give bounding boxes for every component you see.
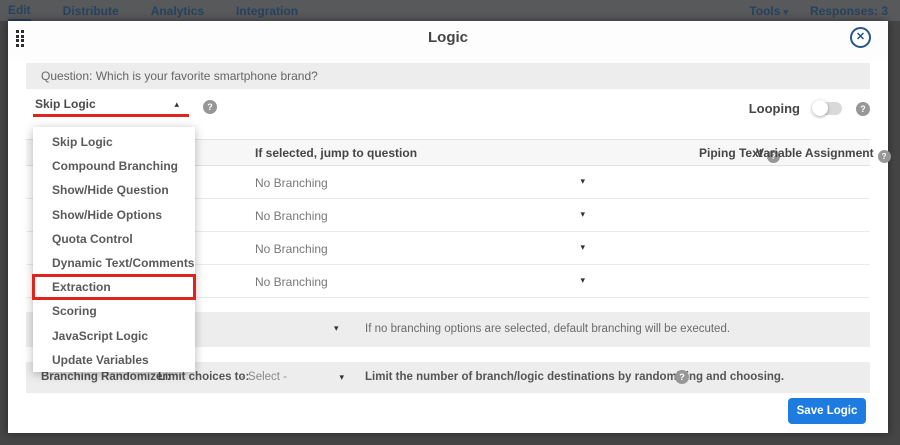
default-branching-note: If no branching options are selected, de… xyxy=(365,323,730,335)
responses-count[interactable]: Responses: 3 xyxy=(810,4,888,18)
toggle-knob xyxy=(812,100,828,116)
menu-item-show-hide-options[interactable]: Show/Hide Options xyxy=(33,203,195,227)
menu-item-update-variables[interactable]: Update Variables xyxy=(33,348,195,372)
jump-to-question-select[interactable]: No Branching ▾ xyxy=(255,166,585,199)
question-label: Question: Which is your favorite smartph… xyxy=(41,69,318,83)
chevron-down-icon: ▾ xyxy=(339,372,344,383)
menu-item-skip-logic[interactable]: Skip Logic xyxy=(33,130,195,154)
modal-header: Logic ✕ xyxy=(8,21,888,61)
menu-item-show-hide-question[interactable]: Show/Hide Question xyxy=(33,178,195,202)
column-header-jump: If selected, jump to question xyxy=(255,146,417,160)
randomizer-label: Branching Randomizer: xyxy=(41,371,171,383)
tab-distribute[interactable]: Distribute xyxy=(63,2,119,20)
tab-integration[interactable]: Integration xyxy=(236,2,298,20)
chevron-down-icon[interactable]: ▾ xyxy=(334,323,339,334)
close-icon[interactable]: ✕ xyxy=(850,27,871,48)
logic-type-help-icon[interactable]: ? xyxy=(203,100,217,114)
menu-item-scoring[interactable]: Scoring xyxy=(33,299,195,323)
randomizer-select[interactable]: - Select - ▾ xyxy=(231,362,346,393)
question-bar: Question: Which is your favorite smartph… xyxy=(26,63,870,89)
top-nav: Edit Distribute Analytics Integration xyxy=(0,1,298,21)
looping-label: Looping xyxy=(749,101,800,116)
column-header-variable: Variable Assignment? xyxy=(756,146,891,163)
menu-item-javascript-logic[interactable]: JavaScript Logic xyxy=(33,324,195,348)
logic-type-select[interactable]: Skip Logic ▴ xyxy=(33,95,189,117)
logic-type-dropdown-menu: Skip Logic Compound Branching Show/Hide … xyxy=(33,127,195,372)
looping-group: Looping ? xyxy=(749,101,870,116)
jump-to-question-select[interactable]: No Branching ▾ xyxy=(255,265,585,298)
looping-toggle[interactable] xyxy=(814,102,842,115)
logic-type-value: Skip Logic xyxy=(35,97,96,111)
jump-to-question-select[interactable]: No Branching ▾ xyxy=(255,232,585,265)
randomizer-note: Limit the number of branch/logic destina… xyxy=(365,371,784,383)
modal-title: Logic xyxy=(8,29,888,46)
jump-to-question-select[interactable]: No Branching ▾ xyxy=(255,199,585,232)
menu-item-dynamic-text-comments[interactable]: Dynamic Text/Comments xyxy=(33,251,195,275)
randomizer-help-icon[interactable]: ? xyxy=(675,370,689,384)
save-logic-button[interactable]: Save Logic xyxy=(788,398,866,424)
menu-item-compound-branching[interactable]: Compound Branching xyxy=(33,154,195,178)
tab-edit[interactable]: Edit xyxy=(8,1,31,21)
chevron-down-icon: ▾ xyxy=(580,209,585,220)
chevron-down-icon: ▾ xyxy=(580,275,585,286)
menu-item-quota-control[interactable]: Quota Control xyxy=(33,227,195,251)
chevron-down-icon: ▾ xyxy=(783,7,788,17)
looping-help-icon[interactable]: ? xyxy=(856,102,870,116)
tools-menu[interactable]: Tools▾ xyxy=(749,4,788,18)
top-navigation-bar: Edit Distribute Analytics Integration To… xyxy=(0,0,900,21)
tab-analytics[interactable]: Analytics xyxy=(151,2,204,20)
topbar-right: Tools▾ Responses: 3 xyxy=(749,0,888,21)
chevron-up-icon: ▴ xyxy=(174,99,179,110)
chevron-down-icon: ▾ xyxy=(580,242,585,253)
chevron-down-icon: ▾ xyxy=(580,176,585,187)
menu-item-extraction[interactable]: Extraction xyxy=(33,275,195,299)
variable-help-icon[interactable]: ? xyxy=(878,150,891,163)
